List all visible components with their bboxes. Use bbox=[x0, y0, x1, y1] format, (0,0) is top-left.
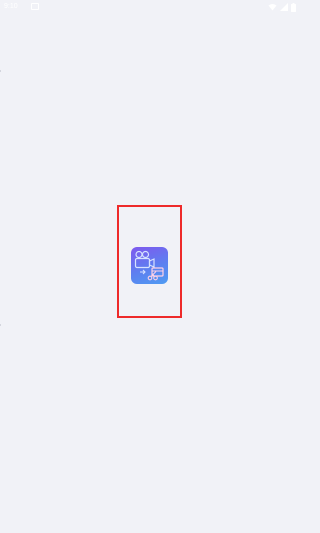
app-logo-icon bbox=[134, 250, 164, 281]
video-editor-app-icon[interactable] bbox=[131, 247, 168, 284]
edge-mark bbox=[0, 324, 1, 326]
splash-screen bbox=[0, 0, 300, 533]
edge-mark bbox=[0, 70, 1, 72]
